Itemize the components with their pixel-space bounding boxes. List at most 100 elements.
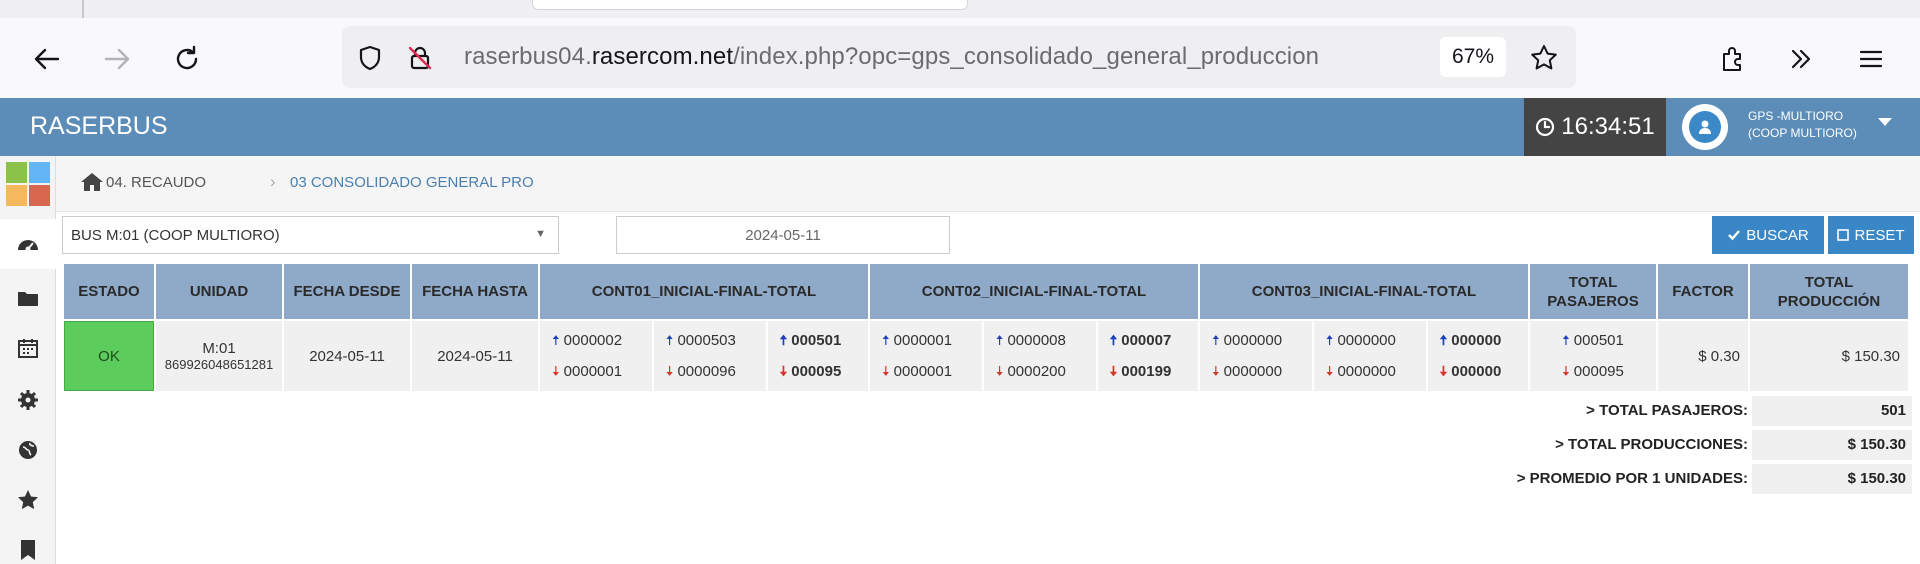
col-factor: FACTOR xyxy=(1658,264,1748,319)
cont03-final-down: 0000000 xyxy=(1337,363,1396,380)
extensions-button[interactable] xyxy=(1714,40,1752,78)
cont01-inicial-up: 0000002 xyxy=(563,332,623,349)
app-header: RASERBUS 16:34:51 GPS -MULTIORO (COOP MU… xyxy=(0,98,1920,156)
total-pasajeros-up: 000501 xyxy=(1573,332,1624,349)
bookmark-icon[interactable] xyxy=(14,536,42,564)
url-bar[interactable]: raserbus04.rasercom.net/index.php?opc=gp… xyxy=(342,26,1576,88)
summary-label: > TOTAL PRODUCCIONES: xyxy=(1555,436,1748,453)
cont01-final-down: 0000096 xyxy=(677,363,736,380)
status-badge: OK xyxy=(64,321,154,391)
col-total-pasajeros-line2: PASAJEROS xyxy=(1547,292,1639,310)
arrow-up-icon: 🠅 xyxy=(1439,332,1448,348)
puzzle-icon xyxy=(1723,47,1741,71)
gear-icon[interactable] xyxy=(14,386,42,414)
reload-icon xyxy=(176,45,198,70)
calendar-icon[interactable] xyxy=(14,334,42,362)
app-grid-icon[interactable] xyxy=(4,160,52,208)
col-total-produccion-line2: PRODUCCIÓN xyxy=(1777,292,1881,310)
chevron-down-icon[interactable] xyxy=(1878,118,1892,126)
square-icon xyxy=(1837,229,1850,241)
breadcrumb-separator: › xyxy=(270,172,276,191)
check-icon xyxy=(1728,230,1741,241)
reset-button[interactable]: RESET xyxy=(1828,216,1914,254)
dashboard-icon[interactable] xyxy=(14,230,42,258)
col-fecha-hasta: FECHA HASTA xyxy=(412,264,538,319)
back-button[interactable] xyxy=(28,40,66,78)
arrow-down-icon: 🠇 xyxy=(665,363,674,379)
active-tab[interactable] xyxy=(532,0,968,10)
search-button-label: BUSCAR xyxy=(1746,226,1809,244)
url-text[interactable]: raserbus04.rasercom.net/index.php?opc=gp… xyxy=(464,43,1319,71)
cont01-final: 🠅 0000503 🠇 0000096 xyxy=(653,321,766,391)
breadcrumb-section[interactable]: 04. RECAUDO xyxy=(106,174,206,191)
date-input[interactable]: 2024-05-11 xyxy=(616,216,950,254)
globe-icon[interactable] xyxy=(14,436,42,464)
cont03-final-up: 0000000 xyxy=(1337,332,1396,349)
forward-button[interactable] xyxy=(98,40,136,78)
menu-button[interactable] xyxy=(1852,40,1890,78)
avatar xyxy=(1682,104,1728,150)
arrow-up-icon: 🠅 xyxy=(1212,332,1220,348)
clock-icon xyxy=(1536,117,1555,137)
col-unidad: UNIDAD xyxy=(156,264,282,319)
col-total-pasajeros-line1: TOTAL xyxy=(1568,273,1618,291)
total-produccion-cell: $ 150.30 xyxy=(1750,321,1908,391)
cont02-inicial-up: 0000001 xyxy=(893,332,953,349)
tab-separator xyxy=(82,0,84,18)
home-icon[interactable] xyxy=(80,172,104,197)
bus-select-value: BUS M:01 (COOP MULTIORO) xyxy=(71,227,280,244)
cont02-final-up: 0000008 xyxy=(1007,332,1066,349)
user-menu[interactable]: GPS -MULTIORO (COOP MULTIORO) xyxy=(1668,98,1920,156)
cont01-total-down: 000095 xyxy=(791,363,842,380)
arrow-up-icon: 🠅 xyxy=(1109,332,1118,348)
cont03-inicial-down: 0000000 xyxy=(1223,363,1283,380)
arrow-up-icon: 🠅 xyxy=(552,332,560,348)
browser-toolbar: raserbus04.rasercom.net/index.php?opc=gp… xyxy=(0,18,1920,98)
clock-display: 16:34:51 xyxy=(1524,98,1666,156)
star-icon[interactable] xyxy=(1528,42,1560,74)
lock-slash-icon[interactable] xyxy=(404,42,436,74)
col-cont01: CONT01_INICIAL-FINAL-TOTAL xyxy=(540,264,868,319)
arrow-right-icon xyxy=(104,48,130,70)
col-cont02: CONT02_INICIAL-FINAL-TOTAL xyxy=(870,264,1198,319)
fecha-hasta-cell: 2024-05-11 xyxy=(412,321,538,391)
col-estado: ESTADO xyxy=(64,264,154,319)
star-icon[interactable] xyxy=(14,486,42,514)
cont01-inicial-down: 0000001 xyxy=(563,363,623,380)
cont02-inicial: 🠅 0000001 🠇 0000001 xyxy=(870,321,982,391)
factor-cell: $ 0.30 xyxy=(1658,321,1748,391)
arrow-up-icon: 🠅 xyxy=(1562,332,1570,348)
unidad-cell: M:01 869926048651281 xyxy=(156,321,282,391)
arrow-left-icon xyxy=(34,48,60,70)
reset-button-label: RESET xyxy=(1854,226,1905,244)
chevron-double-right-icon xyxy=(1791,49,1811,69)
cont02-inicial-down: 0000001 xyxy=(893,363,953,380)
user-name-line2: (COOP MULTIORO) xyxy=(1748,126,1857,140)
unidad-code: M:01 xyxy=(202,340,236,357)
brand-title[interactable]: RASERBUS xyxy=(30,112,168,141)
cont02-final-down: 0000200 xyxy=(1007,363,1066,380)
tab-strip xyxy=(0,0,1920,18)
shield-icon[interactable] xyxy=(354,42,386,74)
breadcrumb-page[interactable]: 03 CONSOLIDADO GENERAL PRO xyxy=(290,174,534,191)
user-name-line1: GPS -MULTIORO xyxy=(1748,109,1844,123)
cont03-total: 🠅 000000 🠇 000000 xyxy=(1427,321,1528,391)
cont02-total: 🠅 000007 🠇 000199 xyxy=(1097,321,1198,391)
arrow-up-icon: 🠅 xyxy=(882,332,890,348)
arrow-down-icon: 🠇 xyxy=(1439,363,1448,379)
zoom-level[interactable]: 67% xyxy=(1440,37,1506,77)
arrow-down-icon: 🠇 xyxy=(1212,363,1220,379)
hamburger-icon xyxy=(1859,50,1883,68)
summary-value: 501 xyxy=(1752,396,1912,426)
table-row[interactable]: OK M:01 869926048651281 2024-05-11 2024-… xyxy=(64,321,1908,391)
arrow-down-icon: 🠇 xyxy=(1325,363,1334,379)
bus-select[interactable]: BUS M:01 (COOP MULTIORO) ▼ xyxy=(62,216,559,254)
search-button[interactable]: BUSCAR xyxy=(1712,216,1824,254)
reload-button[interactable] xyxy=(168,40,206,78)
folder-icon[interactable] xyxy=(14,284,42,312)
summary-label: > PROMEDIO POR 1 UNIDADES: xyxy=(1516,470,1748,487)
user-name: GPS -MULTIORO (COOP MULTIORO) xyxy=(1748,108,1857,142)
col-total-produccion: TOTAL PRODUCCIÓN xyxy=(1750,264,1908,319)
arrow-down-icon: 🠇 xyxy=(552,363,560,379)
overflow-button[interactable] xyxy=(1782,40,1820,78)
